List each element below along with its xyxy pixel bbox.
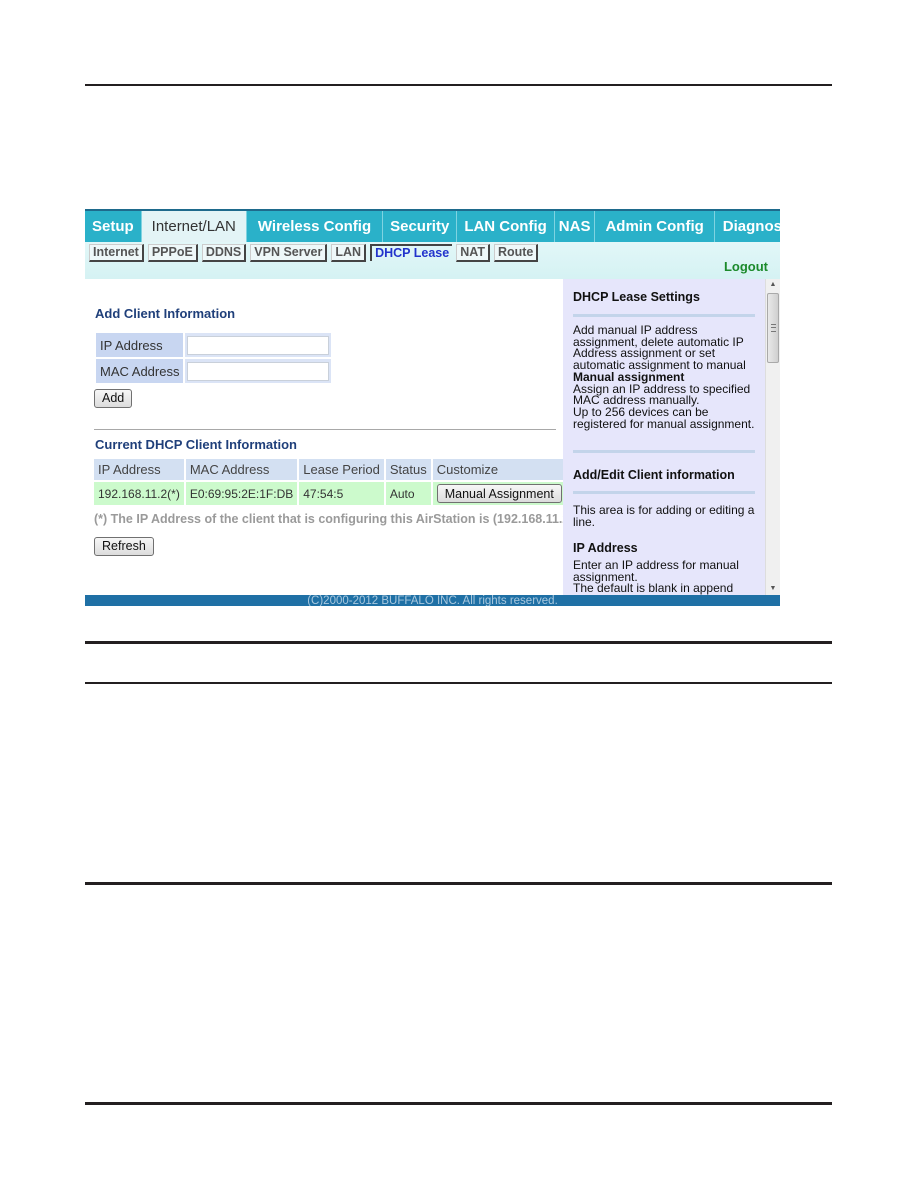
add-client-form: IP Address MAC Address (94, 331, 333, 385)
table-row: 192.168.11.2(*) E0:69:95:2E:1F:DB 47:54:… (94, 480, 568, 505)
client-table: IP Address MAC Address Lease Period Stat… (94, 459, 568, 505)
col-status: Status (385, 459, 433, 480)
help-para-3: Up to 256 devices can be registered for … (573, 404, 755, 431)
client-note: (*) The IP Address of the client that is… (94, 512, 574, 526)
tab-security[interactable]: Security (383, 211, 458, 242)
scroll-thumb[interactable] (767, 293, 779, 363)
help-title-dhcp-lease: DHCP Lease Settings (573, 290, 700, 304)
tab-wireless-config[interactable]: Wireless Config (247, 211, 384, 242)
tab-setup[interactable]: Setup (85, 211, 142, 242)
cell-customize: Manual Assignment (432, 480, 568, 505)
help-separator (573, 314, 755, 317)
help-separator (573, 450, 755, 453)
col-ip-address: IP Address (94, 459, 186, 480)
cell-status: Auto (385, 480, 433, 505)
tab-internet-lan[interactable]: Internet/LAN (141, 211, 247, 242)
bottom-rule (85, 1102, 832, 1105)
subtab-lan[interactable]: LAN (331, 244, 367, 262)
section-rule-3 (85, 882, 832, 885)
tab-admin-config[interactable]: Admin Config (595, 211, 715, 242)
help-text-ip: Enter an IP address for manual assignmen… (573, 558, 758, 595)
help-title-add-edit: Add/Edit Client information (573, 468, 735, 482)
help-separator (573, 491, 755, 494)
section-rule-2 (85, 682, 832, 684)
help-para-1: Add manual IP address assignment, delete… (573, 323, 746, 373)
subtab-pppoe[interactable]: PPPoE (147, 244, 198, 262)
tab-diagnostic[interactable]: Diagnostic (715, 211, 780, 242)
current-clients-title: Current DHCP Client Information (95, 437, 297, 452)
sub-nav: Internet PPPoE DDNS VPN Server LAN DHCP … (85, 242, 780, 279)
cell-ip: 192.168.11.2(*) (94, 480, 186, 505)
subtab-dhcp-lease[interactable]: DHCP Lease (370, 244, 453, 261)
cell-lease: 47:54:5 (299, 480, 386, 505)
help-para-5: Enter an IP address for manual assignmen… (573, 558, 739, 584)
mac-address-input[interactable] (187, 361, 330, 381)
refresh-button[interactable]: Refresh (94, 537, 154, 556)
col-lease-period: Lease Period (299, 459, 386, 480)
help-para-6: The default is blank in append (573, 581, 734, 595)
tab-lan-config[interactable]: LAN Config (457, 211, 555, 242)
main-panel: Add Client Information IP Address MAC Ad… (85, 279, 574, 595)
subtab-internet[interactable]: Internet (89, 244, 144, 262)
col-mac-address: MAC Address (185, 459, 300, 480)
table-header: IP Address MAC Address Lease Period Stat… (94, 459, 568, 480)
help-para-4: This area is for adding or editing a lin… (573, 503, 755, 529)
logout-link[interactable]: Logout (724, 259, 768, 274)
help-title-ip-address: IP Address (573, 541, 638, 555)
help-panel: DHCP Lease Settings Add manual IP addres… (563, 279, 765, 595)
scroll-up-icon[interactable]: ▲ (766, 279, 780, 291)
mac-address-label: MAC Address (96, 359, 184, 383)
add-button[interactable]: Add (94, 389, 133, 408)
section-rule-1 (85, 641, 832, 644)
manual-assignment-button[interactable]: Manual Assignment (436, 484, 562, 503)
tab-nas[interactable]: NAS (555, 211, 596, 242)
subtab-nat[interactable]: NAT (456, 244, 490, 262)
router-screenshot: Setup Internet/LAN Wireless Config Secur… (85, 209, 780, 606)
help-scrollbar[interactable]: ▲ ▼ (765, 279, 780, 595)
cell-mac: E0:69:95:2E:1F:DB (185, 480, 300, 505)
top-rule (85, 84, 832, 86)
top-nav: Setup Internet/LAN Wireless Config Secur… (85, 211, 780, 242)
help-text-block: Add manual IP address assignment, delete… (573, 323, 758, 431)
subtab-vpn-server[interactable]: VPN Server (250, 244, 328, 262)
ip-address-label: IP Address (96, 333, 184, 357)
grip-icon (771, 324, 776, 332)
section-divider (94, 429, 556, 430)
scroll-down-icon[interactable]: ▼ (766, 583, 780, 595)
add-client-title: Add Client Information (95, 306, 236, 321)
copyright-footer: (C)2000-2012 BUFFALO INC. All rights res… (85, 595, 780, 606)
ip-address-input[interactable] (187, 335, 330, 355)
col-customize: Customize (432, 459, 568, 480)
subtab-ddns[interactable]: DDNS (201, 244, 247, 262)
help-para-2: Assign an IP address to specified MAC ad… (573, 381, 751, 408)
subtab-route[interactable]: Route (493, 244, 539, 262)
